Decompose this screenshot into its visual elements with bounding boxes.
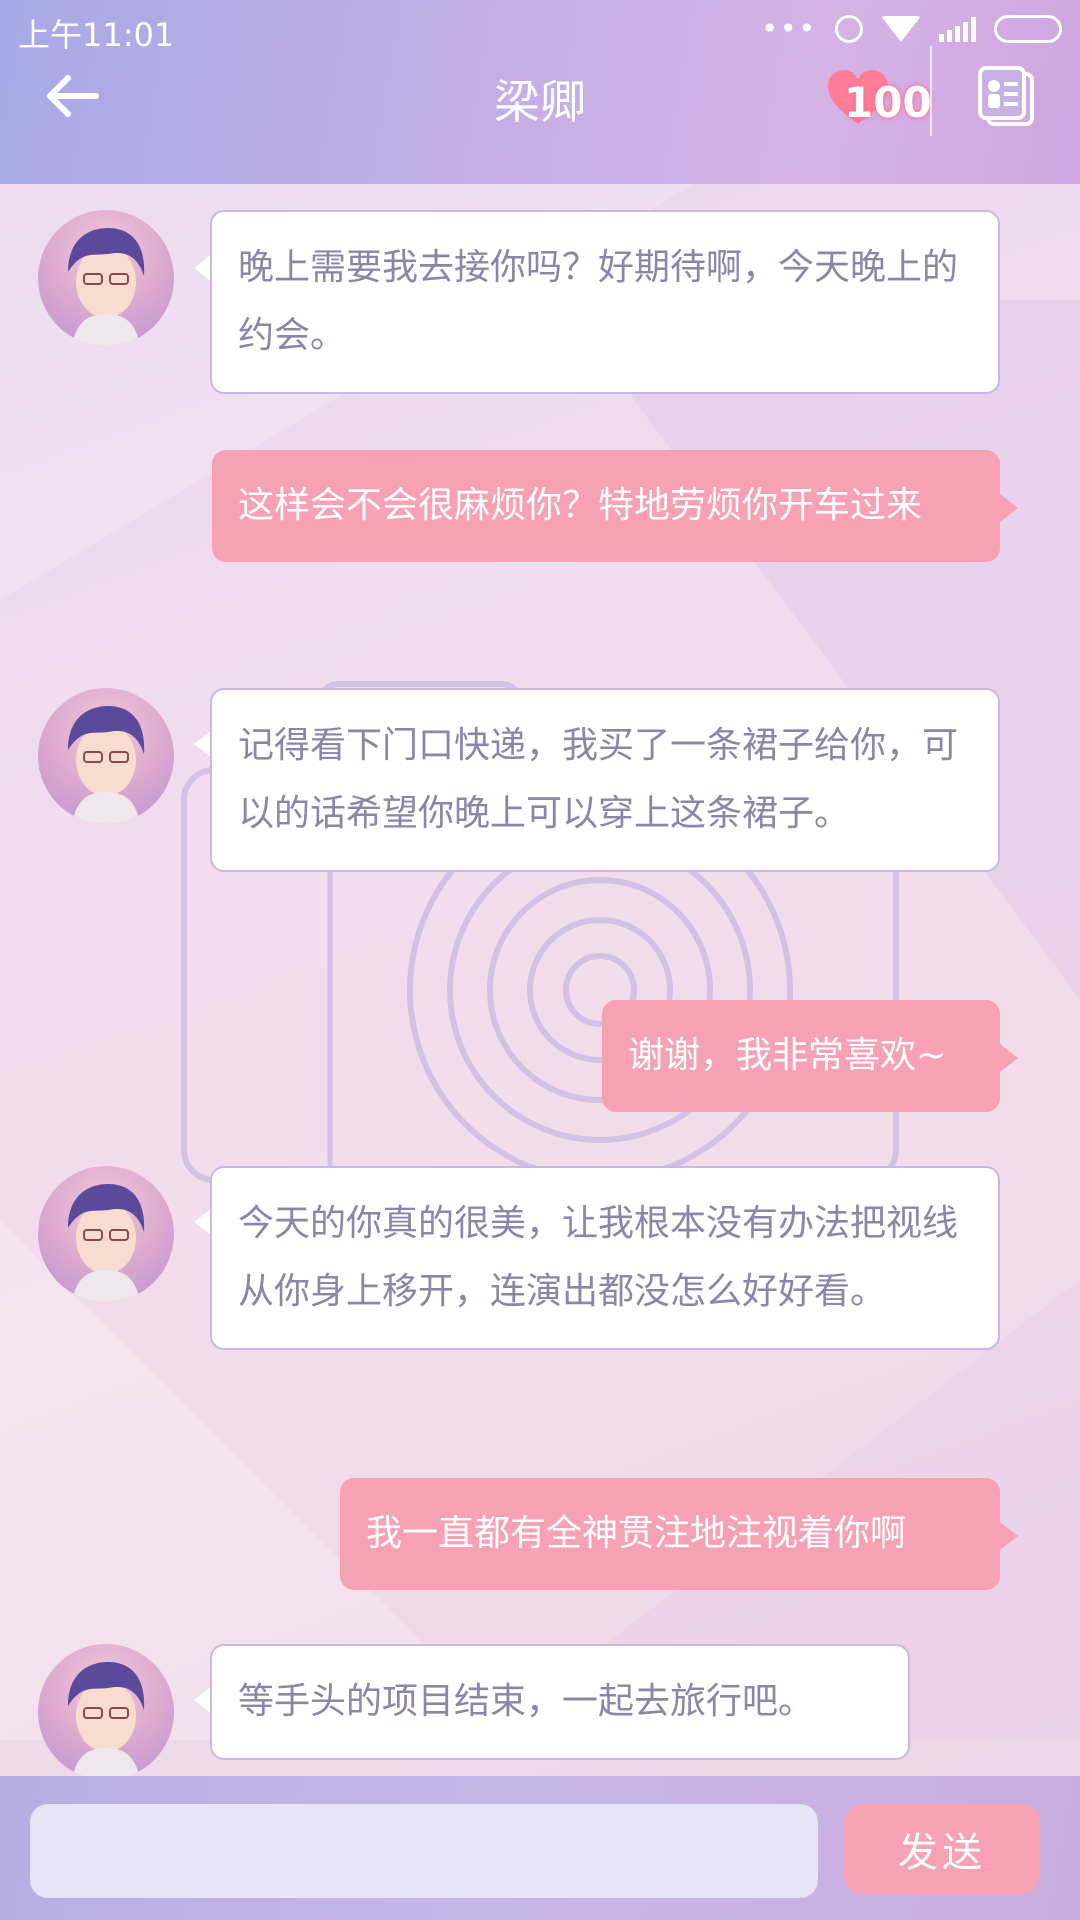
- contact-avatar[interactable]: [38, 210, 174, 346]
- message-bubble-outgoing[interactable]: 我一直都有全神贯注地注视着你啊: [340, 1478, 1000, 1590]
- avatar-portrait-icon: [68, 706, 145, 824]
- signal-icon: [939, 16, 976, 42]
- message-bubble-outgoing[interactable]: 谢谢，我非常喜欢~: [602, 1000, 1000, 1112]
- message-bubble-incoming[interactable]: 晚上需要我去接你吗？好期待啊，今天晚上的约会。: [210, 210, 1000, 394]
- message-input[interactable]: [30, 1804, 818, 1898]
- composer-bar: 发送: [0, 1776, 1080, 1920]
- avatar-portrait-icon: [68, 1662, 145, 1780]
- bubble-tail: [1000, 494, 1018, 522]
- wifi-icon: [881, 15, 921, 42]
- battery-icon: [994, 14, 1062, 43]
- app-header: 上午11:01 ••• 梁卿 100: [0, 0, 1080, 184]
- contact-avatar[interactable]: [38, 1644, 174, 1780]
- more-dots-icon: •••: [761, 12, 817, 45]
- send-button[interactable]: 发送: [844, 1804, 1040, 1894]
- status-bar: 上午11:01 •••: [0, 0, 1080, 60]
- contact-avatar[interactable]: [38, 688, 174, 824]
- status-icons: •••: [761, 12, 1062, 45]
- message-bubble-incoming[interactable]: 今天的你真的很美，让我根本没有办法把视线从你身上移开，连演出都没怎么好好看。: [210, 1166, 1000, 1350]
- message-bubble-incoming[interactable]: 记得看下门口快递，我买了一条裙子给你，可以的话希望你晚上可以穿上这条裙子。: [210, 688, 1000, 872]
- avatar-portrait-icon: [68, 1184, 145, 1302]
- alarm-icon: [835, 14, 863, 43]
- contact-avatar[interactable]: [38, 1166, 174, 1302]
- avatar-portrait-icon: [68, 228, 145, 346]
- bubble-tail: [1000, 1522, 1018, 1550]
- message-bubble-outgoing[interactable]: 这样会不会很麻烦你？特地劳烦你开车过来: [212, 450, 1000, 562]
- contact-card-icon[interactable]: [974, 64, 1038, 128]
- affection-value: 100: [844, 78, 932, 127]
- header-divider: [930, 46, 932, 136]
- bubble-tail: [1000, 1044, 1018, 1072]
- status-time: 上午11:01: [18, 16, 175, 54]
- affection-badge: 100: [826, 66, 936, 136]
- message-bubble-incoming[interactable]: 等手头的项目结束，一起去旅行吧。: [210, 1644, 910, 1760]
